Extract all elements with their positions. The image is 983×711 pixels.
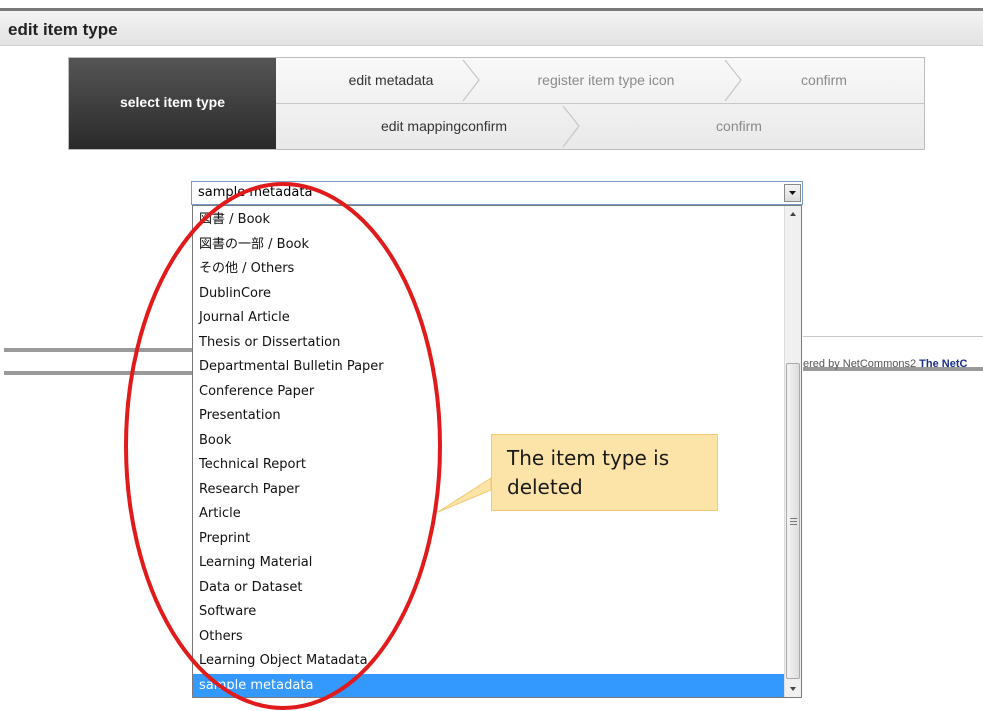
dropdown-option[interactable]: Thesis or Dissertation (193, 331, 785, 356)
step-active-label: select item type (119, 94, 226, 110)
scrollbar-thumb[interactable] (786, 363, 800, 679)
dropdown-option[interactable]: Preprint (193, 527, 785, 552)
chevron-right-icon (724, 59, 742, 102)
wizard-row-divider (276, 103, 924, 104)
netcommons-link[interactable]: The NetC (919, 358, 967, 370)
step-confirm-1[interactable]: confirm (739, 72, 909, 88)
dropdown-option[interactable]: sample metadata (193, 673, 785, 697)
dropdown-option[interactable]: Departmental Bulletin Paper (193, 355, 785, 380)
dropdown-arrow-icon[interactable] (784, 184, 801, 202)
page-title: edit item type (8, 20, 118, 39)
powered-by-label: ered by NetCommons2 (803, 358, 917, 370)
dropdown-option[interactable]: その他 / Others (193, 257, 785, 282)
dropdown-option[interactable]: Presentation (193, 404, 785, 429)
step-edit-mappingconfirm[interactable]: edit mappingconfirm (339, 118, 549, 134)
dropdown-option[interactable]: Others (193, 625, 785, 650)
step-confirm-2[interactable]: confirm (659, 118, 819, 134)
dropdown-option[interactable]: 図書の一部 / Book (193, 233, 785, 258)
page-header: edit item type (0, 11, 983, 46)
powered-by-text: ered by NetCommons2 The NetC (803, 358, 967, 370)
grip-icon (790, 518, 797, 525)
chevron-right-icon (462, 59, 480, 102)
wizard-steps: select item type edit metadata register … (68, 57, 925, 150)
scroll-up-icon (790, 212, 796, 216)
item-type-select[interactable]: sample metadata (191, 181, 803, 205)
dropdown-option[interactable]: Conference Paper (193, 380, 785, 405)
dropdown-option[interactable]: Learning Object Matadata (193, 649, 785, 674)
step-register-item-type-icon[interactable]: register item type icon (506, 72, 706, 88)
chevron-down-icon (789, 191, 796, 195)
dropdown-option[interactable]: Data or Dataset (193, 576, 785, 601)
step-select-item-type[interactable]: select item type (69, 58, 276, 149)
dropdown-option[interactable]: Learning Material (193, 551, 785, 576)
annotation-callout: The item type is deleted (491, 434, 718, 511)
scroll-up-button[interactable] (785, 206, 801, 223)
dropdown-option[interactable]: Software (193, 600, 785, 625)
callout-text: The item type is deleted (507, 446, 670, 499)
step-edit-metadata[interactable]: edit metadata (296, 72, 486, 88)
chevron-right-icon (562, 105, 580, 148)
dropdown-option[interactable]: Journal Article (193, 306, 785, 331)
select-current-value: sample metadata (198, 185, 313, 200)
scroll-down-button[interactable] (785, 680, 801, 697)
dropdown-option[interactable]: DublinCore (193, 282, 785, 307)
dropdown-option[interactable]: 図書 / Book (193, 208, 785, 233)
scroll-down-icon (790, 687, 796, 691)
dropdown-scrollbar[interactable] (784, 206, 801, 697)
